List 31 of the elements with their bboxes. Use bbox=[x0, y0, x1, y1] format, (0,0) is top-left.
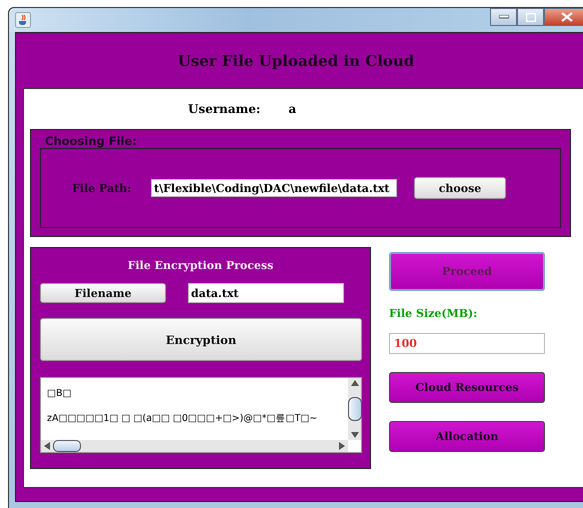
up-arrow-icon[interactable] bbox=[350, 380, 358, 386]
cup-icon bbox=[15, 12, 31, 28]
output-line: zA□□□□□1□ □ □(a□□ □0□□□+□>)@□*□릎□T□~ bbox=[47, 412, 318, 426]
down-arrow-icon[interactable] bbox=[350, 432, 358, 438]
minimize-icon[interactable] bbox=[498, 15, 508, 19]
file-size-label: File Size(MB): bbox=[389, 307, 478, 320]
page-title: User File Uploaded in Cloud bbox=[178, 52, 414, 70]
file-path-label: File Path: bbox=[72, 182, 132, 194]
maximize-button[interactable] bbox=[517, 8, 544, 26]
scrollbar-thumb[interactable] bbox=[53, 440, 81, 452]
close-button[interactable] bbox=[544, 8, 583, 26]
group-title: Choosing File: bbox=[44, 134, 138, 148]
filename-field[interactable]: data.txt bbox=[188, 283, 344, 303]
action-button[interactable]: Allocation bbox=[389, 421, 545, 452]
right-arrow-icon[interactable] bbox=[339, 442, 345, 450]
action-button[interactable]: Cloud Resources bbox=[389, 372, 545, 403]
choose-button[interactable]: choose bbox=[414, 177, 506, 199]
encryption-button[interactable]: Encryption bbox=[40, 318, 362, 361]
file-path-field[interactable]: t\Flexible\Coding\DAC\newfile\data.txt bbox=[151, 179, 397, 197]
file-size-field[interactable]: 100 bbox=[389, 333, 545, 354]
username-value: a bbox=[288, 102, 296, 116]
minimize-button[interactable] bbox=[490, 8, 517, 26]
panel-title: File Encryption Process bbox=[126, 258, 274, 274]
username-label: Username: bbox=[188, 102, 260, 116]
vertical-scrollbar[interactable] bbox=[348, 378, 361, 440]
horizontal-scrollbar[interactable] bbox=[41, 440, 348, 452]
close-icon[interactable] bbox=[561, 12, 573, 22]
left-arrow-icon[interactable] bbox=[44, 442, 50, 450]
scrollbar-thumb[interactable] bbox=[348, 397, 362, 421]
output-line: □B□ bbox=[47, 388, 72, 401]
filename-button[interactable]: Filename bbox=[40, 283, 166, 303]
